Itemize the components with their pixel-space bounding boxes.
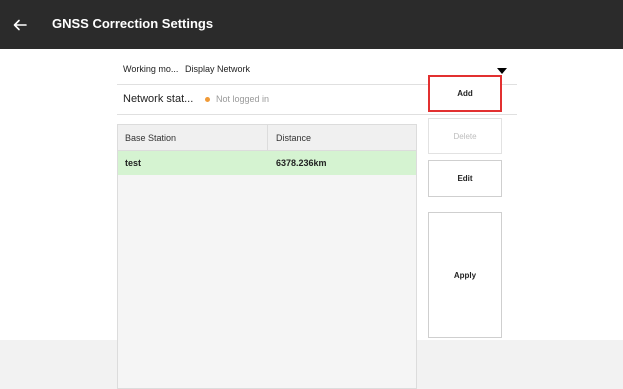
top-app-bar: GNSS Correction Settings — [0, 0, 623, 49]
table-header: Base Station Distance — [118, 125, 416, 151]
cell-base-station: test — [125, 158, 142, 168]
table-row[interactable]: test 6378.236km — [118, 151, 416, 175]
working-mode-label: Working mo... — [123, 64, 179, 74]
working-mode-value: Display Network — [185, 64, 251, 74]
column-header-distance: Distance — [276, 133, 312, 143]
column-divider — [267, 125, 268, 150]
arrow-left-icon[interactable] — [12, 17, 28, 33]
dropdown-caret-icon[interactable] — [497, 68, 507, 74]
cell-distance: 6378.236km — [276, 158, 327, 168]
network-status-value: Not logged in — [216, 94, 270, 104]
page-title: GNSS Correction Settings — [52, 16, 214, 31]
delete-button[interactable]: Delete — [428, 118, 502, 154]
base-station-table: Base Station Distance test 6378.236km — [117, 124, 417, 389]
settings-panel: Working mo... Display Network Network st… — [0, 49, 623, 389]
add-button[interactable]: Add — [428, 75, 502, 112]
network-status-label: Network stat... — [123, 93, 194, 105]
apply-button[interactable]: Apply — [428, 212, 502, 338]
edit-button[interactable]: Edit — [428, 160, 502, 197]
column-header-base-station: Base Station — [125, 133, 177, 143]
status-dot-icon — [205, 97, 210, 102]
